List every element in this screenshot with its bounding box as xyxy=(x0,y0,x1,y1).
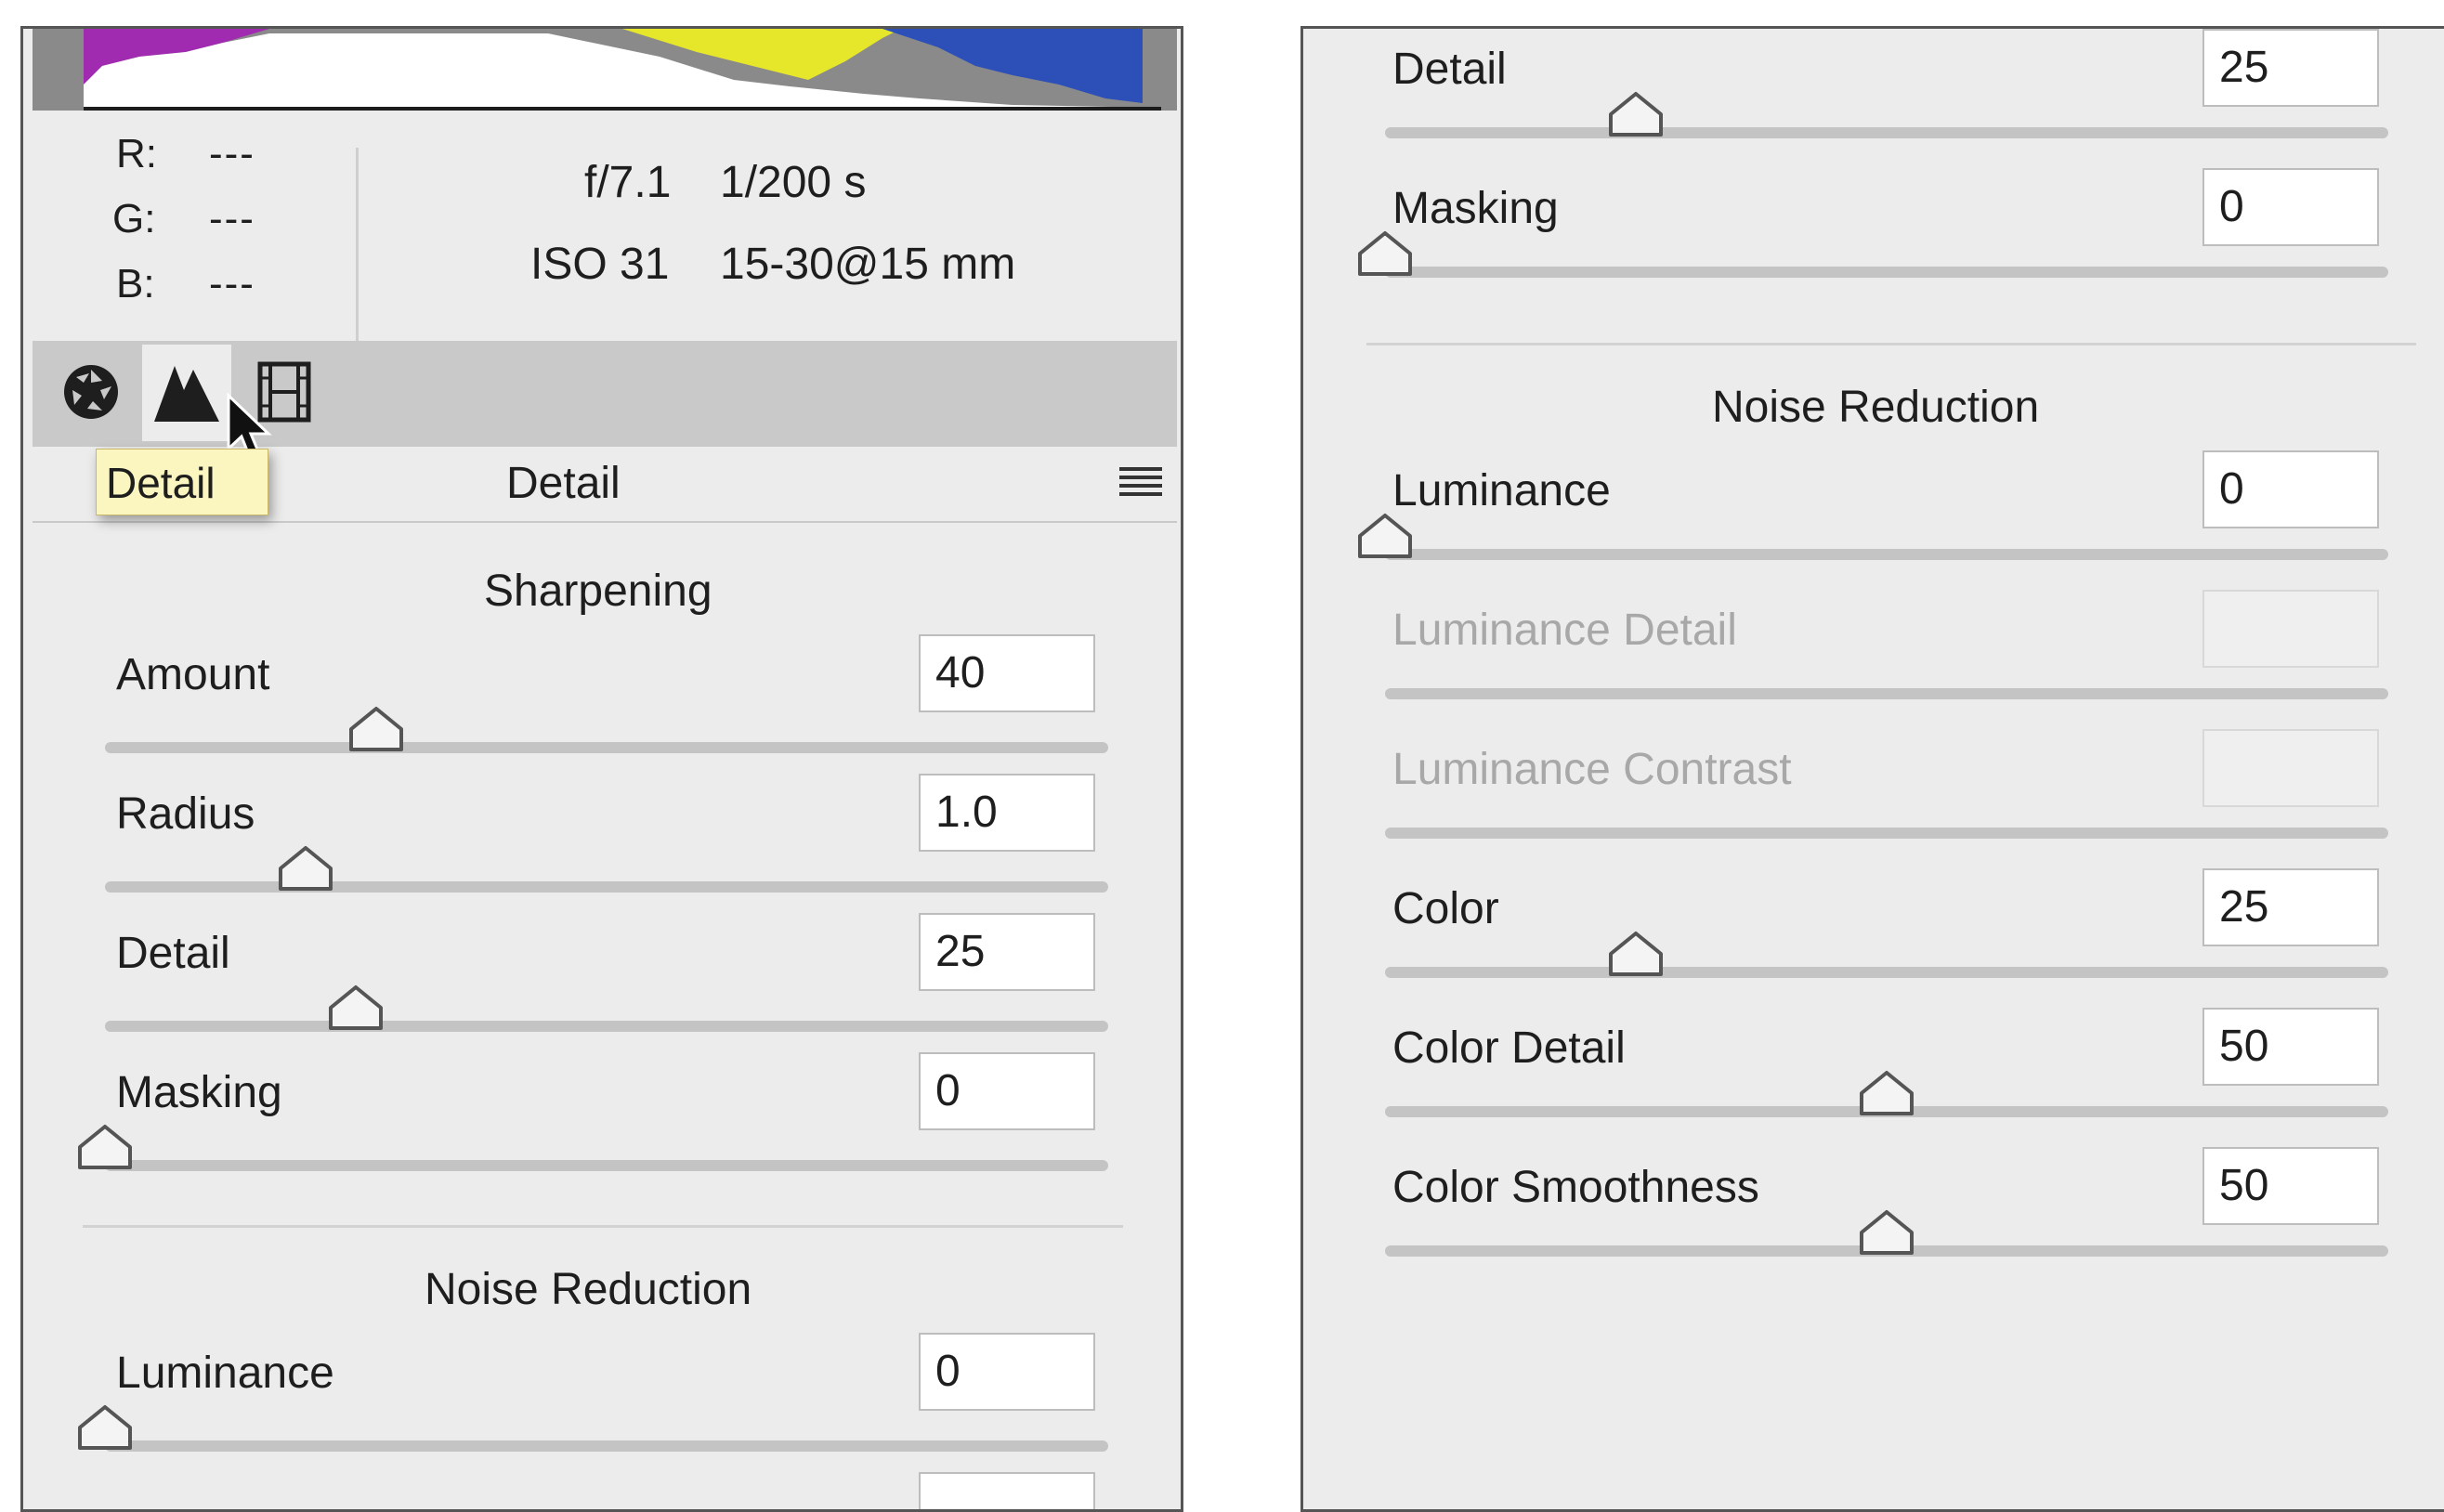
detail-slider-thumb[interactable] xyxy=(1607,90,1665,138)
masking-label: Masking xyxy=(116,1068,282,1117)
detail-label: Detail xyxy=(116,929,230,978)
section-divider xyxy=(83,1225,1123,1228)
masking-slider-thumb[interactable] xyxy=(1356,229,1414,278)
radius-value-input[interactable]: 1.0 xyxy=(919,774,1095,852)
detail-value-input[interactable]: 25 xyxy=(2202,29,2379,107)
color-smoothness-value-input[interactable]: 50 xyxy=(2202,1147,2379,1225)
noise-reduction-title: Noise Reduction xyxy=(425,1265,752,1314)
color-detail-value-input[interactable]: 50 xyxy=(2202,1008,2379,1086)
green-value: --- xyxy=(209,196,255,241)
histogram xyxy=(33,29,1177,111)
color-detail-label: Color Detail xyxy=(1392,1023,1626,1073)
luminance-contrast-value-input xyxy=(2202,729,2379,807)
blue-label: B: xyxy=(116,261,155,306)
radius-label: Radius xyxy=(116,789,255,839)
radius-slider-thumb[interactable] xyxy=(277,844,334,893)
amount-slider-track[interactable] xyxy=(105,742,1108,753)
luminance-label: Luminance xyxy=(1392,466,1611,515)
info-area: R: --- G: --- B: --- f/7.1 1/200 s ISO 3… xyxy=(23,111,1181,347)
amount-value-input[interactable]: 40 xyxy=(919,634,1095,712)
amount-slider-thumb[interactable] xyxy=(347,705,405,753)
masking-value-input[interactable]: 0 xyxy=(2202,168,2379,246)
next-value-box[interactable] xyxy=(919,1472,1095,1509)
red-value: --- xyxy=(209,131,255,176)
amount-label: Amount xyxy=(116,650,270,699)
panel-title: Detail xyxy=(506,459,621,508)
panel-menu-icon[interactable] xyxy=(1119,465,1162,502)
luminance-value-input[interactable]: 0 xyxy=(2202,450,2379,528)
luminance-contrast-label: Luminance Contrast xyxy=(1392,745,1792,794)
aperture-icon[interactable] xyxy=(49,350,133,434)
shutter-value: 1/200 s xyxy=(720,158,867,207)
color-slider-thumb[interactable] xyxy=(1607,930,1665,978)
red-label: R: xyxy=(116,131,157,176)
masking-slider-thumb[interactable] xyxy=(76,1123,134,1171)
title-divider xyxy=(33,521,1177,523)
luminance-detail-slider-track xyxy=(1385,688,2388,699)
lens-value: 15-30@15 mm xyxy=(720,240,1016,289)
luminance-value-input[interactable]: 0 xyxy=(919,1333,1095,1411)
luminance-slider-thumb[interactable] xyxy=(76,1403,134,1452)
detail-tooltip: Detail xyxy=(96,449,268,515)
masking-slider-track[interactable] xyxy=(105,1160,1108,1171)
sharpening-title: Sharpening xyxy=(484,567,712,616)
color-slider-track[interactable] xyxy=(1385,967,2388,978)
camera-raw-detail-panel-right: Detail 25 Masking 0 Noise Reduction Luminan… xyxy=(1300,26,2444,1512)
aperture-value: f/7.1 xyxy=(584,158,672,207)
detail-slider-track[interactable] xyxy=(1385,127,2388,138)
radius-slider-track[interactable] xyxy=(105,881,1108,893)
noise-reduction-title: Noise Reduction xyxy=(1712,383,2040,432)
luminance-slider-track[interactable] xyxy=(105,1440,1108,1452)
iso-value: ISO 31 xyxy=(530,240,670,289)
luminance-detail-label: Luminance Detail xyxy=(1392,606,1737,655)
detail-slider-thumb[interactable] xyxy=(327,984,385,1032)
blue-value: --- xyxy=(209,261,255,306)
color-value-input[interactable]: 25 xyxy=(2202,868,2379,946)
detail-value-input[interactable]: 25 xyxy=(919,913,1095,991)
masking-value-input[interactable]: 0 xyxy=(919,1052,1095,1130)
masking-slider-track[interactable] xyxy=(1385,267,2388,278)
luminance-detail-value-input xyxy=(2202,590,2379,668)
detail-mountains-icon[interactable] xyxy=(142,345,231,441)
luminance-slider-thumb[interactable] xyxy=(1356,512,1414,560)
camera-raw-detail-panel-left: R: --- G: --- B: --- f/7.1 1/200 s ISO 3… xyxy=(20,26,1183,1512)
detail-label: Detail xyxy=(1392,45,1507,94)
detail-slider-track[interactable] xyxy=(105,1021,1108,1032)
color-smoothness-slider-thumb[interactable] xyxy=(1858,1208,1915,1257)
green-label: G: xyxy=(112,196,156,241)
masking-label: Masking xyxy=(1392,184,1559,233)
panel-tab-bar xyxy=(33,341,1177,447)
color-detail-slider-thumb[interactable] xyxy=(1858,1069,1915,1117)
luminance-label: Luminance xyxy=(116,1349,334,1398)
luminance-slider-track[interactable] xyxy=(1385,549,2388,560)
color-smoothness-label: Color Smoothness xyxy=(1392,1163,1759,1212)
color-label: Color xyxy=(1392,884,1499,933)
luminance-contrast-slider-track xyxy=(1385,828,2388,839)
section-divider xyxy=(1366,343,2416,345)
info-divider xyxy=(356,148,359,347)
